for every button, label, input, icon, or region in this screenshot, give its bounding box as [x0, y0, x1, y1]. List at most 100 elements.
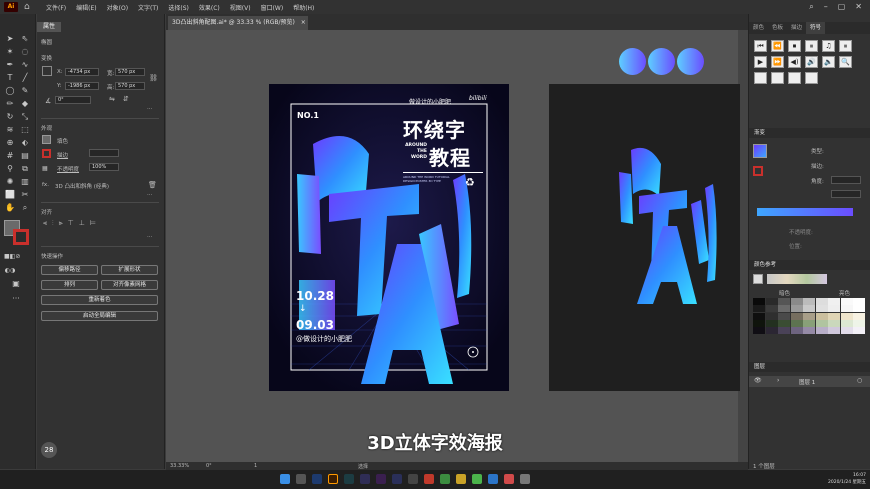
screen-mode-icon[interactable]: ▣: [10, 279, 22, 289]
color-guide-swatch[interactable]: [753, 298, 765, 305]
selection-tool-icon[interactable]: ➤: [4, 34, 16, 44]
gradient-aspect-field[interactable]: [831, 190, 861, 198]
effect-3d-label[interactable]: 3D 凸出和斜角 (经典): [55, 182, 109, 190]
color-guide-swatch[interactable]: [828, 327, 840, 335]
color-guide-swatch[interactable]: [828, 305, 840, 313]
mesh-tool-icon[interactable]: #: [4, 151, 16, 161]
free-transform-icon[interactable]: ⬚: [19, 125, 31, 135]
illustrator-icon[interactable]: [328, 474, 338, 484]
color-guide-swatch[interactable]: [840, 305, 853, 313]
shape-builder-icon[interactable]: ⊕: [4, 138, 16, 148]
ellipse-tool-icon[interactable]: ◯: [4, 86, 16, 96]
stroke-weight-field[interactable]: [89, 149, 119, 157]
color-guide-swatch[interactable]: [753, 327, 765, 335]
menu-select[interactable]: 选择(S): [168, 3, 189, 12]
search-icon[interactable]: ⌕: [809, 2, 813, 12]
symbol-item[interactable]: ▶: [754, 56, 767, 68]
color-guide-swatch[interactable]: [778, 298, 790, 305]
menu-edit[interactable]: 编辑(E): [76, 3, 96, 12]
perspective-icon[interactable]: ⬖: [19, 138, 31, 148]
app-icon[interactable]: [456, 474, 466, 484]
gradient-circle-3[interactable]: [677, 48, 704, 75]
symbol-item[interactable]: ♫: [822, 40, 835, 52]
symbol-item[interactable]: ⏸: [839, 40, 852, 52]
opacity-label[interactable]: 不透明度: [57, 165, 79, 173]
guide-base-swatch[interactable]: [753, 274, 763, 284]
more-options-icon[interactable]: ···: [147, 106, 152, 112]
app-icon[interactable]: [504, 474, 514, 484]
symbol-item[interactable]: ⏸: [805, 40, 818, 52]
color-guide-swatch[interactable]: [753, 319, 765, 327]
color-guide-swatch[interactable]: [853, 298, 865, 305]
angle-field[interactable]: 0°: [55, 96, 91, 104]
clock[interactable]: 16:07 2020/1/24 星期五: [822, 472, 866, 486]
align-icons[interactable]: ⫷⫶⫸⊤⊥⊨: [43, 219, 101, 228]
graph-tool-icon[interactable]: ▥: [19, 177, 31, 187]
blend-tool-icon[interactable]: ⧉: [19, 164, 31, 174]
direct-selection-tool-icon[interactable]: ⇖: [19, 34, 31, 44]
tab-symbols[interactable]: 符号: [806, 22, 826, 34]
close-tab-icon[interactable]: ×: [301, 19, 306, 26]
color-guide-swatch[interactable]: [790, 312, 803, 320]
layer-row[interactable]: 👁 › 图层 1 ○: [749, 376, 870, 387]
app-icon[interactable]: [376, 474, 386, 484]
maximize-icon[interactable]: ▢: [838, 2, 846, 12]
height-field[interactable]: 570 px: [115, 82, 145, 90]
color-guide-swatch[interactable]: [765, 327, 778, 335]
harmony-strip[interactable]: [767, 274, 827, 284]
color-guide-swatch[interactable]: [765, 305, 778, 313]
color-guide-swatch[interactable]: [853, 312, 865, 320]
flip-vertical-icon[interactable]: ⇵: [123, 95, 129, 103]
gradient-stroke-swatch[interactable]: [753, 166, 763, 176]
width-field[interactable]: 570 px: [115, 68, 145, 76]
type-tool-icon[interactable]: T: [4, 73, 16, 83]
color-guide-swatch[interactable]: [815, 298, 828, 305]
rotation-level[interactable]: 0°: [206, 463, 212, 469]
symbol-item[interactable]: [754, 72, 767, 84]
menu-file[interactable]: 文件(F): [46, 3, 66, 12]
color-guide-swatch[interactable]: [840, 319, 853, 327]
color-guide-swatch[interactable]: [828, 312, 840, 320]
color-guide-swatch[interactable]: [840, 312, 853, 320]
color-guide-swatch[interactable]: [778, 305, 790, 313]
expand-layer-icon[interactable]: ›: [777, 377, 779, 384]
search-taskbar-icon[interactable]: [296, 474, 306, 484]
color-guide-swatch[interactable]: [790, 298, 803, 305]
pen-tool-icon[interactable]: ✒: [4, 60, 16, 70]
app-icon[interactable]: [408, 474, 418, 484]
page-number[interactable]: 1: [254, 463, 257, 469]
color-guide-grid[interactable]: [753, 298, 867, 335]
x-field[interactable]: -4734 px: [65, 68, 99, 76]
flip-horizontal-icon[interactable]: ⇋: [109, 95, 115, 103]
width-tool-icon[interactable]: ≋: [4, 125, 16, 135]
menu-type[interactable]: 文字(T): [138, 3, 158, 12]
letters-artboard[interactable]: [549, 84, 740, 391]
line-tool-icon[interactable]: ╱: [19, 73, 31, 83]
home-icon[interactable]: ⌂: [24, 2, 34, 12]
color-guide-swatch[interactable]: [828, 298, 840, 305]
tab-properties[interactable]: 属性: [37, 22, 61, 32]
expand-shape-button[interactable]: 扩展形状: [101, 265, 158, 275]
color-guide-swatch[interactable]: [853, 319, 865, 327]
curvature-icon[interactable]: ∿: [19, 60, 31, 70]
color-guide-swatch[interactable]: [803, 319, 815, 327]
color-guide-swatch[interactable]: [803, 305, 815, 313]
eraser-tool-icon[interactable]: ◆: [19, 99, 31, 109]
color-guide-swatch[interactable]: [815, 312, 828, 320]
close-icon[interactable]: ✕: [855, 2, 862, 12]
tab-swatches[interactable]: 色板: [768, 22, 787, 34]
layers-header[interactable]: 图层: [749, 362, 870, 372]
symbol-item[interactable]: 🔈: [822, 56, 835, 68]
eyedropper-icon[interactable]: ⚲: [4, 164, 16, 174]
lasso-icon[interactable]: ◌: [19, 47, 31, 57]
color-guide-swatch[interactable]: [790, 305, 803, 313]
gradient-slider[interactable]: [757, 208, 853, 216]
symbol-item[interactable]: ⏩: [771, 56, 784, 68]
color-guide-swatch[interactable]: [815, 327, 828, 335]
menu-view[interactable]: 视图(V): [230, 3, 251, 12]
arrange-button[interactable]: 排列: [41, 280, 98, 290]
menu-object[interactable]: 对象(O): [107, 3, 128, 12]
gradient-angle-field[interactable]: [831, 176, 861, 184]
color-guide-swatch[interactable]: [853, 305, 865, 313]
document-tab[interactable]: 3D凸出斜角配图.ai* @ 33.33 % (RGB/预览) ×: [168, 16, 308, 30]
